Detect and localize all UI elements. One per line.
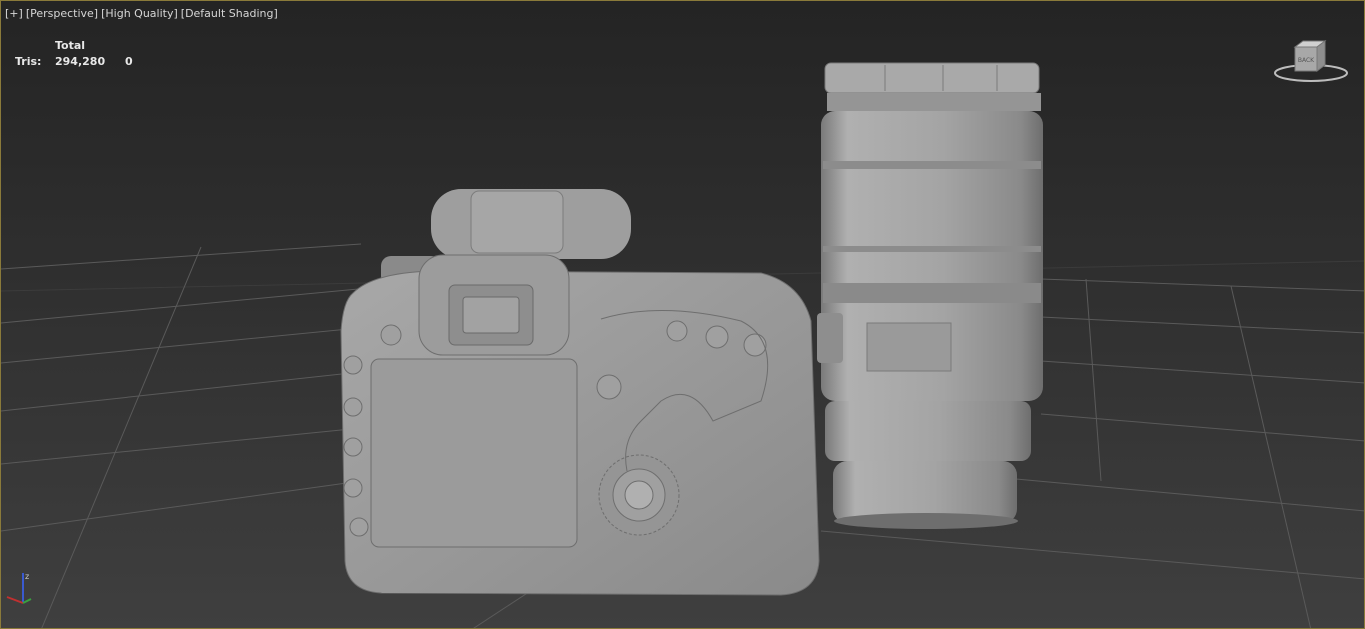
viewport-labels: [+] [Perspective] [High Quality] [Default S… bbox=[5, 7, 281, 20]
viewport-point-of-view-label[interactable]: [Perspective] bbox=[26, 7, 98, 20]
viewcube-icon[interactable]: BACK bbox=[1273, 39, 1353, 87]
stats-tris-total: 294,280 bbox=[55, 55, 106, 68]
axis-tripod-icon: z bbox=[5, 569, 41, 613]
scene-render bbox=[1, 62, 1364, 628]
camera-body-model bbox=[340, 189, 820, 596]
viewcube-face-label: BACK bbox=[1298, 57, 1315, 64]
viewport-plus-menu[interactable]: [+] bbox=[5, 7, 23, 20]
axis-z-label: z bbox=[25, 572, 29, 581]
viewport-quality-label[interactable]: [High Quality] bbox=[101, 7, 178, 20]
lens-model bbox=[817, 62, 1043, 529]
stats-tris-selected: 0 bbox=[125, 55, 133, 68]
stats-total-header: Total bbox=[55, 39, 86, 52]
stats-tris-label: Tris: bbox=[15, 55, 42, 68]
3d-viewport[interactable]: [+] [Perspective] [High Quality] [Default S… bbox=[0, 0, 1365, 629]
viewport-shading-label[interactable]: [Default Shading] bbox=[181, 7, 278, 20]
